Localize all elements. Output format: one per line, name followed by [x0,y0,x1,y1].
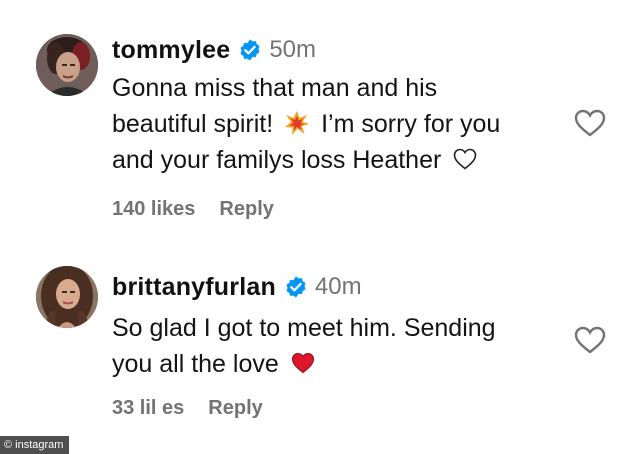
comment-actions: 33 lil es Reply [112,393,263,423]
white-heart-emoji-icon [452,146,478,172]
comment-actions: 140 likes Reply [112,194,274,224]
red-heart-emoji-icon [290,350,316,376]
like-button[interactable] [573,325,607,355]
comment-item: brittanyfurlan 40m So glad I got to meet… [0,240,634,454]
comment-item: tommylee 50m Gonna miss that man and his… [0,0,634,240]
comment-line: beautiful spirit! I’m sorry for you [112,106,572,142]
reply-button[interactable]: Reply [208,397,262,420]
username-link[interactable]: tommylee [112,36,230,65]
comment-line: Gonna miss that man and his [112,74,438,102]
timestamp: 40m [314,273,362,300]
comment-line: you all the love [112,346,572,382]
comment-header: tommylee 50m [112,33,316,67]
comment-text: So glad I got to meet him. Sending you a… [112,310,572,382]
verified-badge-icon [284,275,308,299]
username-link[interactable]: brittanyfurlan [112,273,276,302]
verified-badge-icon [238,38,262,62]
comment-line: and your familys loss Heather [112,142,572,178]
comment-header: brittanyfurlan 40m [112,270,362,304]
comment-line-part: beautiful spirit! [112,110,274,138]
avatar[interactable] [36,266,98,328]
avatar[interactable] [36,34,98,96]
comment-line-part: I’m sorry for you [321,110,501,138]
likes-count[interactable]: 140 likes [112,198,195,221]
like-button[interactable] [573,108,607,138]
collision-emoji-icon [284,110,310,136]
reply-button[interactable]: Reply [219,198,273,221]
timestamp: 50m [269,36,316,63]
image-credit: © instagram [0,436,70,454]
heart-outline-icon [574,109,606,137]
comment-line-part: you all the love [112,350,279,378]
likes-count[interactable]: 33 lil es [112,397,184,420]
comment-line-part: and your familys loss Heather [112,146,442,174]
heart-outline-icon [574,326,606,354]
comment-line: So glad I got to meet him. Sending [112,314,496,342]
comment-text: Gonna miss that man and his beautiful sp… [112,70,572,178]
